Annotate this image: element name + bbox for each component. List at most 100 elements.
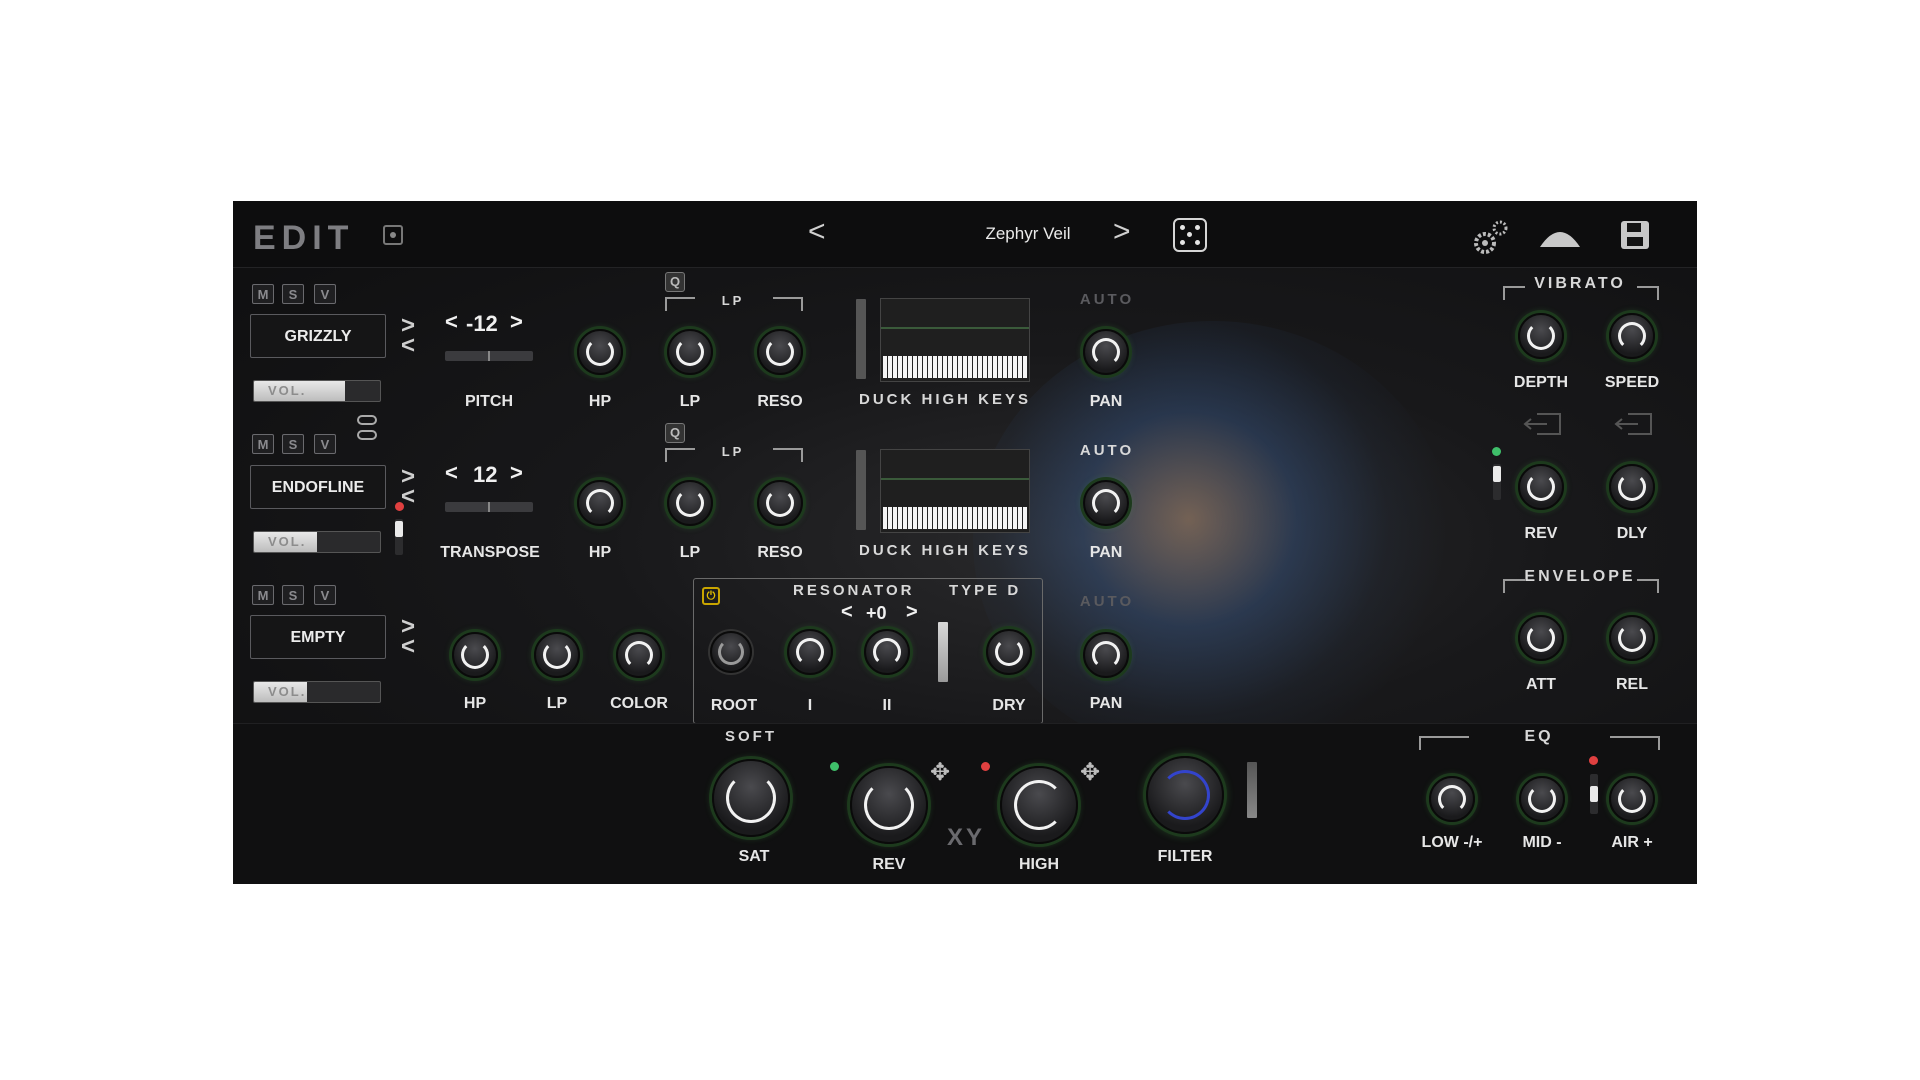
reso-label-2: RESO bbox=[757, 544, 803, 561]
depth-label: DEPTH bbox=[1513, 374, 1569, 391]
resonator-fader[interactable] bbox=[938, 622, 948, 682]
root-knob[interactable] bbox=[710, 631, 752, 673]
sat-knob[interactable] bbox=[712, 759, 790, 837]
envelope-title: ENVELOPE bbox=[1524, 568, 1636, 585]
lp-knob-3[interactable] bbox=[534, 632, 580, 678]
prev-preset-button[interactable]: < bbox=[808, 215, 826, 249]
transpose-decrement[interactable]: < bbox=[445, 460, 458, 486]
pitch-decrement[interactable]: < bbox=[445, 309, 458, 335]
layer-2-volume[interactable]: VOL. bbox=[253, 531, 381, 553]
layer-2-name[interactable]: ENDOFLINE bbox=[250, 465, 386, 509]
transpose-label: TRANSPOSE bbox=[440, 544, 540, 561]
hp-knob-1[interactable] bbox=[577, 329, 623, 375]
v-button-1[interactable]: V bbox=[314, 284, 336, 304]
layer-3-volume[interactable]: VOL. bbox=[253, 681, 381, 703]
v-button-2[interactable]: V bbox=[314, 434, 336, 454]
piano-keyboard-1[interactable] bbox=[880, 298, 1030, 382]
solo-button-3[interactable]: S bbox=[282, 585, 304, 605]
auto-toggle-2[interactable]: AUTO bbox=[1080, 442, 1134, 459]
layer-fader[interactable] bbox=[395, 519, 403, 555]
air-knob[interactable] bbox=[1609, 776, 1655, 822]
vibrato-bracket-right bbox=[1637, 286, 1659, 300]
filter-knob[interactable] bbox=[1146, 756, 1224, 834]
auto-toggle-1[interactable]: AUTO bbox=[1080, 291, 1134, 308]
solo-button-1[interactable]: S bbox=[282, 284, 304, 304]
mute-button-1[interactable]: M bbox=[252, 284, 274, 304]
solo-button-2[interactable]: S bbox=[282, 434, 304, 454]
q-icon-2[interactable]: Q bbox=[665, 423, 685, 443]
mute-button-3[interactable]: M bbox=[252, 585, 274, 605]
piano-keyboard-2[interactable] bbox=[880, 449, 1030, 533]
q-icon-1[interactable]: Q bbox=[665, 272, 685, 292]
v-button-3[interactable]: V bbox=[314, 585, 336, 605]
depth-knob[interactable] bbox=[1518, 313, 1564, 359]
lp-bracket-left-2 bbox=[665, 448, 695, 462]
eq-fader[interactable] bbox=[1590, 774, 1598, 814]
resonator-decrement[interactable]: < bbox=[841, 601, 853, 624]
resonator-type[interactable]: TYPE D bbox=[949, 582, 1021, 599]
pan-knob-3[interactable] bbox=[1083, 632, 1129, 678]
mute-button-2[interactable]: M bbox=[252, 434, 274, 454]
next-preset-button[interactable]: > bbox=[1113, 215, 1131, 249]
link-icon-top[interactable] bbox=[357, 415, 377, 425]
hp-knob-3[interactable] bbox=[452, 632, 498, 678]
dly-knob[interactable] bbox=[1609, 464, 1655, 510]
hp-label-3: HP bbox=[463, 695, 487, 712]
red-indicator-eq bbox=[1589, 756, 1598, 765]
layer-3-down-chevron[interactable]: < bbox=[401, 635, 415, 659]
power-icon[interactable]: ⏻ bbox=[702, 587, 720, 605]
dice-icon[interactable] bbox=[1173, 218, 1207, 252]
send-dly-icon[interactable] bbox=[1614, 411, 1654, 437]
rel-knob[interactable] bbox=[1609, 615, 1655, 661]
pitch-slider[interactable] bbox=[445, 351, 533, 361]
speed-knob[interactable] bbox=[1609, 313, 1655, 359]
envelope-bracket-right bbox=[1637, 579, 1659, 593]
record-icon[interactable] bbox=[383, 225, 403, 245]
resonator-ii-knob[interactable] bbox=[864, 629, 910, 675]
move-icon-rev[interactable]: ✥ bbox=[930, 758, 950, 787]
reso-knob-1[interactable] bbox=[757, 329, 803, 375]
filter-fader[interactable] bbox=[1247, 762, 1257, 818]
lp-knob-1[interactable] bbox=[667, 329, 713, 375]
pan-knob-1[interactable] bbox=[1083, 329, 1129, 375]
auto-toggle-3[interactable]: AUTO bbox=[1080, 593, 1134, 610]
red-indicator-high bbox=[981, 762, 990, 771]
reso-knob-2[interactable] bbox=[757, 480, 803, 526]
save-icon[interactable] bbox=[1619, 219, 1651, 251]
att-knob[interactable] bbox=[1518, 615, 1564, 661]
xy-label[interactable]: XY bbox=[947, 824, 985, 852]
layer-1-volume[interactable]: VOL. bbox=[253, 380, 381, 402]
layer-3-name[interactable]: EMPTY bbox=[250, 615, 386, 659]
hp-label-2: HP bbox=[588, 544, 612, 561]
duck-high-keys-label-1[interactable]: DUCK HIGH KEYS bbox=[859, 391, 1031, 408]
mid-knob[interactable] bbox=[1519, 776, 1565, 822]
link-icon-bottom[interactable] bbox=[357, 430, 377, 440]
dry-knob[interactable] bbox=[986, 629, 1032, 675]
high-knob[interactable] bbox=[1000, 766, 1078, 844]
send-rev-icon[interactable] bbox=[1523, 411, 1563, 437]
pan-knob-2[interactable] bbox=[1083, 480, 1129, 526]
lp-knob-2[interactable] bbox=[667, 480, 713, 526]
air-label: AIR + bbox=[1611, 834, 1653, 851]
vibrato-rev-knob[interactable] bbox=[1518, 464, 1564, 510]
low-knob[interactable] bbox=[1429, 776, 1475, 822]
rev-knob[interactable] bbox=[850, 766, 928, 844]
resonator-i-knob[interactable] bbox=[787, 629, 833, 675]
layer-1-down-chevron[interactable]: < bbox=[401, 334, 415, 358]
layer-1-name[interactable]: GRIZZLY bbox=[250, 314, 386, 358]
color-knob[interactable] bbox=[616, 632, 662, 678]
resonator-increment[interactable]: > bbox=[906, 601, 918, 624]
lp-label-3: LP bbox=[546, 695, 568, 712]
transpose-slider[interactable] bbox=[445, 502, 533, 512]
hp-knob-2[interactable] bbox=[577, 480, 623, 526]
gears-icon[interactable] bbox=[1471, 217, 1511, 257]
soft-toggle[interactable]: SOFT bbox=[725, 728, 777, 745]
nebula-background bbox=[973, 321, 1453, 761]
duck-high-keys-label-2[interactable]: DUCK HIGH KEYS bbox=[859, 542, 1031, 559]
transpose-increment[interactable]: > bbox=[510, 460, 523, 486]
mountain-icon[interactable] bbox=[1538, 223, 1582, 249]
move-icon-high[interactable]: ✥ bbox=[1080, 758, 1100, 787]
vibrato-fader[interactable] bbox=[1493, 464, 1501, 500]
pitch-increment[interactable]: > bbox=[510, 309, 523, 335]
eq-title: EQ bbox=[1524, 728, 1554, 745]
